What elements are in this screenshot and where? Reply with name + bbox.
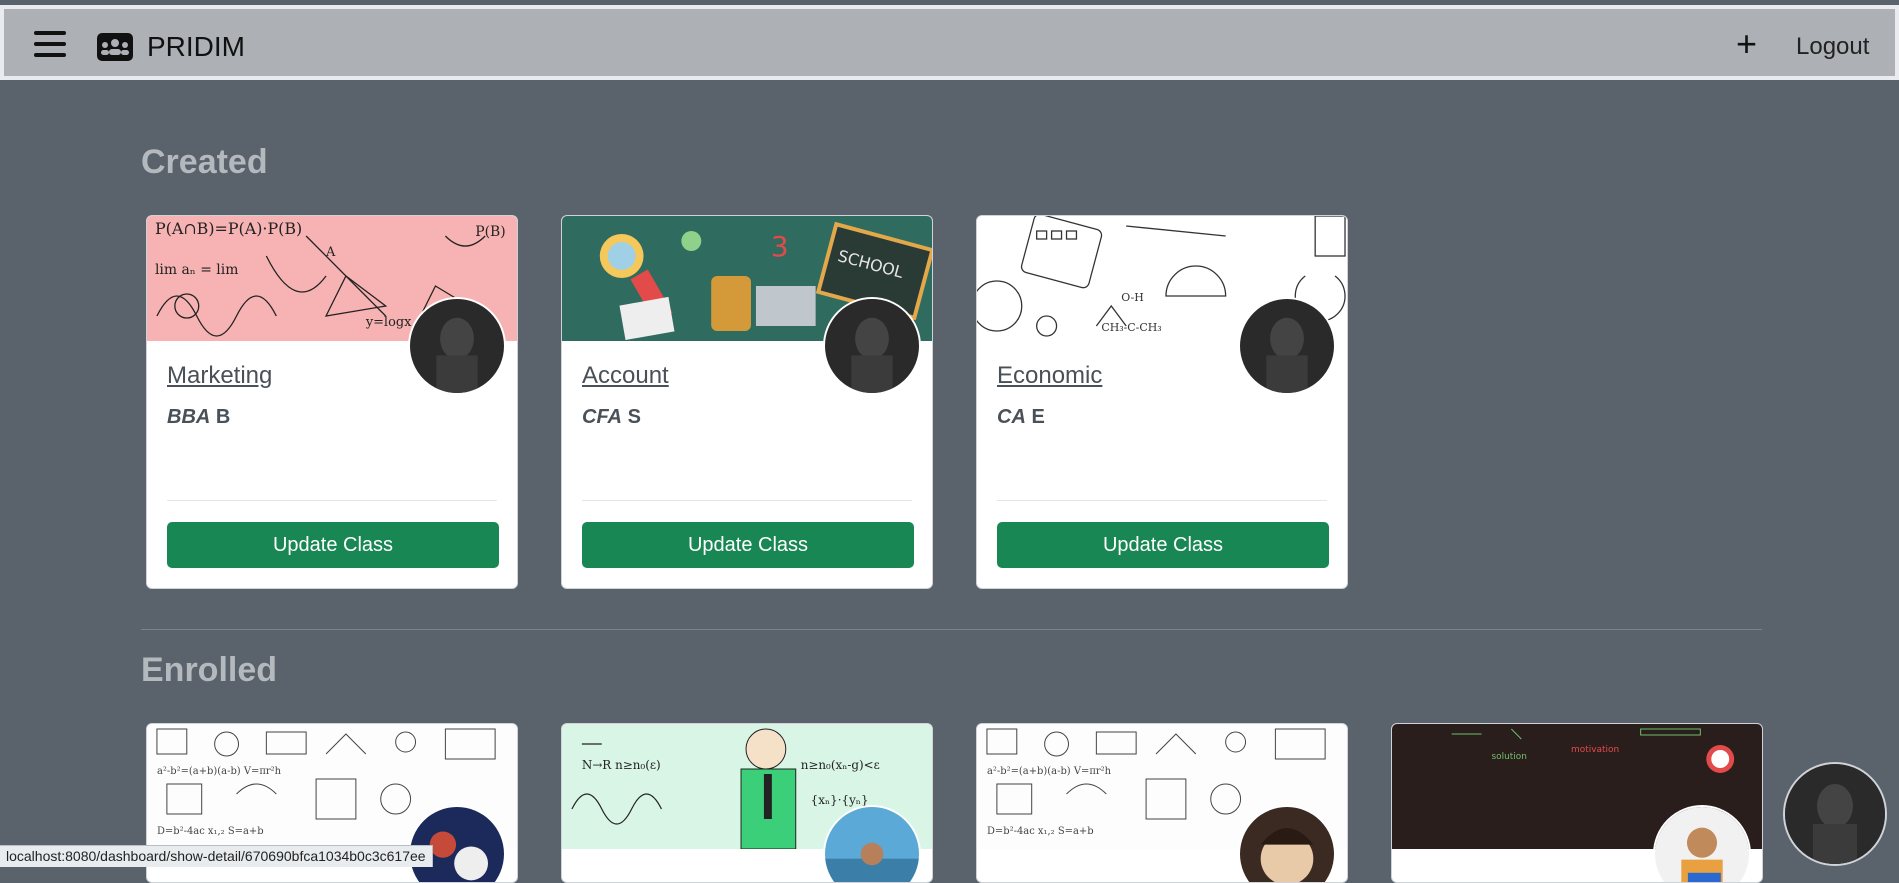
profile-avatar-button[interactable]	[1783, 762, 1887, 866]
class-subtitle: CA E	[997, 406, 1045, 428]
navbar: PRIDIM + Logout	[0, 5, 1899, 80]
enrolled-class-card[interactable]: N→R n≥n₀(ε) n≥n₀(xₙ-g)<ε {xₙ}·{yₙ}	[561, 723, 933, 883]
update-class-button[interactable]: Update Class	[167, 522, 499, 568]
svg-text:lim aₙ = lim: lim aₙ = lim	[155, 262, 238, 278]
teacher-avatar	[823, 297, 921, 395]
svg-text:D=b²-4ac x₁,₂ S=a+b: D=b²-4ac x₁,₂ S=a+b	[157, 826, 264, 837]
class-card: P(A∩B)=P(A)·P(B) lim aₙ = lim A P(B) y=l…	[146, 215, 518, 589]
svg-text:y=logx: y=logx	[365, 315, 412, 330]
svg-text:P(B): P(B)	[475, 224, 505, 240]
svg-text:3: 3	[771, 230, 789, 263]
class-subtitle: BBA B	[167, 406, 231, 428]
enrolled-heading: Enrolled	[141, 651, 278, 689]
app-brand[interactable]: PRIDIM	[147, 31, 245, 63]
svg-text:P(A∩B)=P(A)·P(B): P(A∩B)=P(A)·P(B)	[155, 219, 302, 238]
class-card: CH₃-C-CH₃ O-H Economic CA E Update Class	[976, 215, 1348, 589]
update-class-button[interactable]: Update Class	[582, 522, 914, 568]
svg-text:motivation: motivation	[1571, 745, 1619, 755]
teacher-avatar	[408, 297, 506, 395]
card-divider	[582, 500, 912, 501]
svg-text:N→R n≥n₀(ε): N→R n≥n₀(ε)	[582, 758, 661, 772]
classroom-logo-icon	[96, 32, 134, 62]
svg-text:solution: solution	[1491, 752, 1526, 762]
add-class-button[interactable]: +	[1736, 23, 1757, 65]
card-divider	[997, 500, 1327, 501]
svg-text:O-H: O-H	[1121, 291, 1144, 304]
browser-status-url: localhost:8080/dashboard/show-detail/670…	[0, 845, 433, 867]
teacher-avatar	[1238, 297, 1336, 395]
svg-text:n≥n₀(xₙ-g)<ε: n≥n₀(xₙ-g)<ε	[801, 758, 880, 772]
class-name-link[interactable]: Marketing	[167, 362, 272, 390]
class-name-link[interactable]: Economic	[997, 362, 1102, 390]
menu-icon[interactable]	[34, 31, 66, 57]
created-heading: Created	[141, 143, 268, 181]
enrolled-class-card[interactable]: solution motivation	[1391, 723, 1763, 883]
class-name-link[interactable]: Account	[582, 362, 669, 390]
svg-text:{xₙ}·{yₙ}: {xₙ}·{yₙ}	[811, 793, 869, 807]
svg-text:CH₃-C-CH₃: CH₃-C-CH₃	[1101, 321, 1161, 334]
update-class-button[interactable]: Update Class	[997, 522, 1329, 568]
enrolled-class-card[interactable]: a²-b²=(a+b)(a-b) V=πr²h D=b²-4ac x₁,₂ S=…	[976, 723, 1348, 883]
svg-text:A: A	[325, 245, 336, 260]
card-divider	[167, 500, 497, 501]
svg-text:D=b²-4ac x₁,₂ S=a+b: D=b²-4ac x₁,₂ S=a+b	[987, 826, 1094, 837]
class-subtitle: CFA S	[582, 406, 641, 428]
class-card: SCHOOL 3 Account CFA S Update Class	[561, 215, 933, 589]
section-divider	[141, 629, 1762, 630]
logout-link[interactable]: Logout	[1796, 33, 1869, 61]
svg-text:a²-b²=(a+b)(a-b) V=πr²h: a²-b²=(a+b)(a-b) V=πr²h	[987, 766, 1112, 777]
svg-text:a²-b²=(a+b)(a-b) V=πr²h: a²-b²=(a+b)(a-b) V=πr²h	[157, 766, 282, 777]
